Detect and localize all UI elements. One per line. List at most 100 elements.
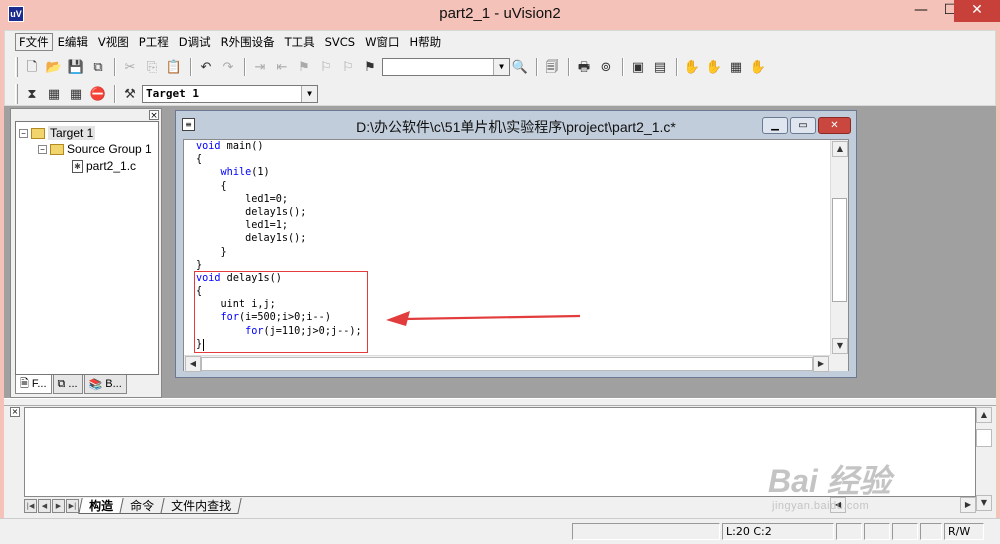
status-cell-empty — [572, 523, 720, 540]
menu-window[interactable]: W窗口 — [360, 34, 404, 50]
editor-maximize-button[interactable]: ▭ — [790, 117, 816, 134]
close-icon[interactable]: × — [149, 110, 159, 121]
menu-edit[interactable]: E编辑 — [53, 34, 93, 50]
tab-build[interactable]: 构造 — [78, 498, 124, 514]
find-combobox[interactable]: ▼ — [382, 58, 510, 76]
code-line[interactable]: delay1s(); — [196, 232, 362, 245]
next-bookmark-icon[interactable]: ⚐ — [316, 57, 336, 77]
scroll-thumb[interactable] — [976, 429, 992, 447]
tab-files[interactable]: 🗎 F... — [15, 375, 52, 394]
menu-peripherals[interactable]: R外围设备 — [216, 34, 280, 50]
size-grip[interactable] — [830, 355, 848, 371]
editor-horizontal-scrollbar[interactable]: ◀ ▶ — [184, 355, 830, 372]
open-folder-icon[interactable]: 📂 — [44, 57, 64, 77]
menu-file[interactable]: F文件 — [15, 33, 53, 51]
outdent-icon[interactable]: ⇤ — [272, 57, 292, 77]
menu-tools[interactable]: T工具 — [280, 34, 320, 50]
code-line[interactable]: led1=1; — [196, 219, 362, 232]
menu-debug[interactable]: D调试 — [174, 34, 216, 50]
last-tab-icon[interactable]: ▶| — [66, 499, 79, 513]
prev-bookmark-icon[interactable]: ⚐ — [338, 57, 358, 77]
code-line[interactable]: void main() — [196, 140, 362, 153]
code-line[interactable]: } — [196, 259, 362, 272]
toolbar-grip[interactable] — [15, 84, 18, 104]
editor-client: void main(){ while(1) { led1=0; delay1s(… — [183, 139, 849, 372]
output-splitter[interactable] — [4, 398, 996, 406]
redo-icon[interactable]: ↷ — [218, 57, 238, 77]
editor-minimize-button[interactable]: ▁ — [762, 117, 788, 134]
code-editor[interactable]: void main(){ while(1) { led1=0; delay1s(… — [184, 140, 830, 355]
new-file-icon[interactable]: 🗋 — [22, 57, 42, 77]
dropdown-arrow-icon[interactable]: ▼ — [493, 59, 509, 75]
scroll-right-icon[interactable]: ▶ — [813, 356, 829, 372]
minimize-button[interactable]: — — [906, 0, 936, 22]
scroll-down-icon[interactable]: ▼ — [832, 338, 848, 354]
compile-icon[interactable]: ⧗ — [22, 84, 42, 104]
clear-bookmarks-icon[interactable]: ⚑ — [360, 57, 380, 77]
menu-view[interactable]: V视图 — [93, 34, 134, 50]
scroll-down-icon[interactable]: ▼ — [976, 495, 992, 511]
menu-help[interactable]: H帮助 — [404, 34, 446, 50]
stop-build-icon[interactable]: ⛔ — [88, 84, 108, 104]
tree-node-target[interactable]: − Target 1 — [19, 126, 96, 140]
next-tab-icon[interactable]: ▶ — [52, 499, 65, 513]
breakpoint-icon[interactable]: ✋ — [704, 57, 724, 77]
close-icon[interactable]: × — [10, 407, 20, 417]
scroll-left-icon[interactable]: ◀ — [185, 356, 201, 372]
first-tab-icon[interactable]: |◀ — [24, 499, 37, 513]
project-panel-tabs: 🗎 F... ⧉ ... 📚 B... — [15, 375, 128, 395]
scroll-up-icon[interactable]: ▲ — [976, 407, 992, 423]
undo-icon[interactable]: ↶ — [196, 57, 216, 77]
prev-tab-icon[interactable]: ◀ — [38, 499, 51, 513]
options-icon[interactable]: ✋ — [748, 57, 768, 77]
editor-vertical-scrollbar[interactable]: ▲ ▼ — [830, 140, 848, 355]
code-line[interactable]: { — [196, 153, 362, 166]
scroll-up-icon[interactable]: ▲ — [832, 141, 848, 157]
tree-node-file[interactable]: ✱ part2_1.c — [72, 159, 136, 173]
workspace-window-icon[interactable]: ▣ — [628, 57, 648, 77]
toggle-bookmark-icon[interactable]: ⚑ — [294, 57, 314, 77]
collapse-toggle-icon[interactable]: − — [38, 144, 47, 154]
read-write-mode: R/W — [944, 523, 984, 540]
output-window-icon[interactable]: ▤ — [650, 57, 670, 77]
code-line[interactable]: delay1s(); — [196, 206, 362, 219]
tree-node-group[interactable]: − Source Group 1 — [38, 142, 152, 156]
binoculars-icon[interactable]: 🔍 — [510, 57, 530, 77]
tab-regs[interactable]: ⧉ ... — [52, 375, 83, 394]
save-all-icon[interactable]: ⧉ — [88, 57, 108, 77]
save-icon[interactable]: 💾 — [66, 57, 86, 77]
toolbar-separator — [114, 58, 116, 76]
print-icon[interactable]: 🖶 — [574, 57, 594, 77]
scroll-thumb[interactable] — [832, 198, 847, 302]
menu-svcs[interactable]: SVCS — [320, 35, 361, 49]
code-line[interactable]: } — [196, 246, 362, 259]
tab-build-label: 构造 — [89, 499, 114, 513]
tab-books[interactable]: 📚 B... — [83, 375, 127, 394]
code-line[interactable]: led1=0; — [196, 193, 362, 206]
editor-title-bar[interactable]: ≡ D:\办公软件\c\51单片机\实验程序\project\part2_1.c… — [176, 111, 856, 139]
tab-command[interactable]: 命令 — [119, 498, 165, 514]
paste-icon[interactable]: 📋 — [164, 57, 184, 77]
code-line[interactable]: { — [196, 180, 362, 193]
cut-icon[interactable]: ✂ — [120, 57, 140, 77]
toolbar-grip[interactable] — [15, 57, 18, 77]
target-select[interactable]: Target 1 ▼ — [142, 85, 318, 103]
find-in-files-icon[interactable]: 🗐 — [542, 57, 562, 77]
debug-session-icon[interactable]: ⊚ — [596, 57, 616, 77]
indent-icon[interactable]: ⇥ — [250, 57, 270, 77]
menu-project[interactable]: P工程 — [134, 34, 174, 50]
dropdown-arrow-icon[interactable]: ▼ — [301, 86, 317, 102]
output-vertical-scrollbar[interactable]: ▲ ▼ — [976, 407, 992, 513]
close-button[interactable]: ✕ — [954, 0, 1000, 22]
collapse-toggle-icon[interactable]: − — [19, 128, 28, 138]
build-target-icon[interactable]: ▦ — [44, 84, 64, 104]
copy-icon[interactable]: ⎘ — [142, 57, 162, 77]
editor-close-button[interactable]: ✕ — [818, 117, 851, 134]
scroll-thumb[interactable] — [201, 357, 813, 371]
tab-find-in-files[interactable]: 文件内查找 — [160, 498, 242, 514]
configure-icon[interactable]: ▦ — [726, 57, 746, 77]
target-options-icon[interactable]: ⚒ — [120, 84, 140, 104]
hand-icon[interactable]: ✋ — [682, 57, 702, 77]
rebuild-all-icon[interactable]: ▦ — [66, 84, 86, 104]
code-line[interactable]: while(1) — [196, 166, 362, 179]
